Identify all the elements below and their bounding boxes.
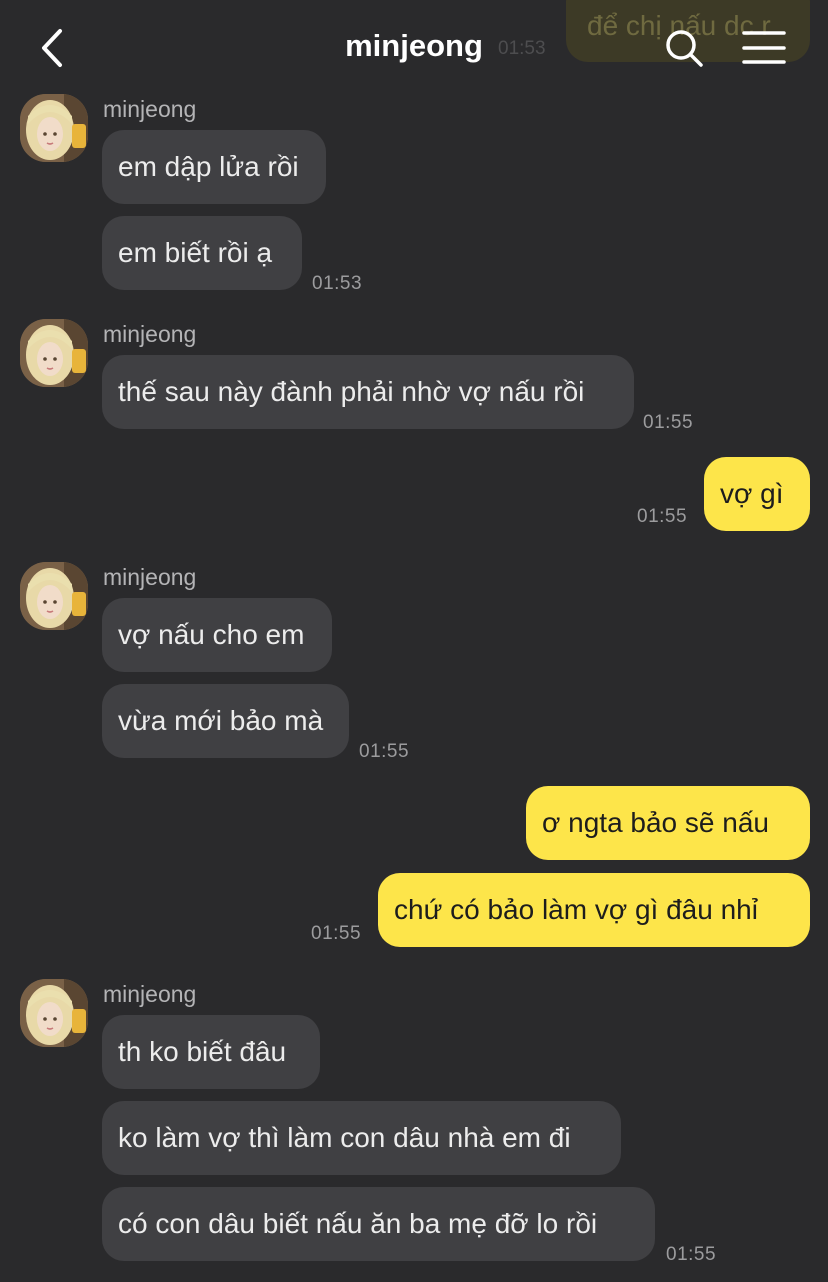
message-time: 01:55 [643,412,694,433]
message-time: 01:53 [312,273,363,294]
hamburger-menu-icon [742,31,786,64]
sender-name: minjeong [103,981,197,1007]
sender-name: minjeong [103,564,197,590]
search-icon [666,30,703,67]
avatar-image [20,94,88,162]
message-bubble[interactable]: th ko biết đâu [102,1015,320,1089]
avatar[interactable] [20,562,88,630]
message-bubble[interactable]: ơ ngta bảo sẽ nấu [526,786,810,860]
search-button[interactable] [662,26,706,70]
avatar[interactable] [20,319,88,387]
avatar[interactable] [20,94,88,162]
avatar-image [20,562,88,630]
message-bubble[interactable]: có con dâu biết nấu ăn ba mẹ đỡ lo rồi [102,1187,655,1261]
message-time: 01:55 [637,506,688,527]
message-time: 01:55 [666,1244,717,1265]
sender-name: minjeong [103,321,197,347]
message-time: 01:55 [311,923,362,944]
message-bubble[interactable]: vợ gì [704,457,810,531]
menu-button[interactable] [742,30,786,66]
avatar-image [20,979,88,1047]
message-bubble[interactable]: thế sau này đành phải nhờ vợ nấu rồi [102,355,634,429]
message-bubble[interactable]: em biết rồi ạ [102,216,302,290]
message-bubble[interactable]: ko làm vợ thì làm con dâu nhà em đi [102,1101,621,1175]
message-bubble[interactable]: vợ nấu cho em [102,598,332,672]
message-bubble[interactable]: chứ có bảo làm vợ gì đâu nhỉ [378,873,810,947]
message-time: 01:55 [359,741,410,762]
message-bubble[interactable]: em dập lửa rồi [102,130,326,204]
avatar[interactable] [20,979,88,1047]
sender-name: minjeong [103,96,197,122]
avatar-image [20,319,88,387]
message-bubble[interactable]: vừa mới bảo mà [102,684,349,758]
